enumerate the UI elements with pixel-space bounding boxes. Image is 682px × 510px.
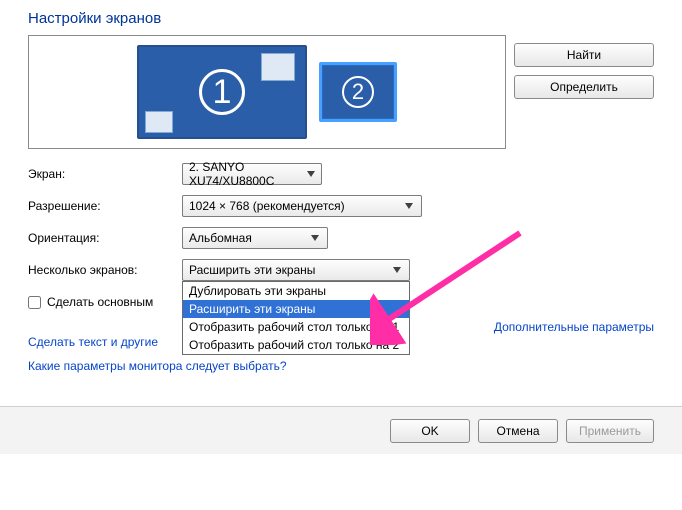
page-title: Настройки экранов [28,10,654,27]
ok-button[interactable]: OK [390,419,470,443]
monitor-number: 2 [342,76,374,108]
option-show-only-1[interactable]: Отобразить рабочий стол только на 1 [183,318,409,336]
monitor-arrangement-box[interactable]: 1 2 [28,35,506,149]
text-size-link[interactable]: Сделать текст и другие [28,335,158,349]
option-show-only-2[interactable]: Отобразить рабочий стол только на 2 [183,336,409,354]
monitor-2[interactable]: 2 [319,62,397,122]
multiple-displays-dropdown[interactable]: Расширить эти экраны [182,259,410,281]
cancel-button[interactable]: Отмена [478,419,558,443]
orientation-dropdown[interactable]: Альбомная [182,227,328,249]
option-duplicate[interactable]: Дублировать эти экраны [183,282,409,300]
advanced-settings-link[interactable]: Дополнительные параметры [494,320,654,334]
resolution-dropdown[interactable]: 1024 × 768 (рекомендуется) [182,195,422,217]
monitor-number: 1 [199,69,245,115]
chevron-down-icon [307,235,323,241]
multiple-displays-listbox[interactable]: Дублировать эти экраны Расширить эти экр… [182,281,410,355]
chevron-down-icon [401,203,417,209]
make-main-checkbox[interactable] [28,296,41,309]
find-button[interactable]: Найти [514,43,654,67]
chevron-down-icon [389,267,405,273]
multiple-displays-label: Несколько экранов: [28,263,182,277]
make-main-label: Сделать основным [47,295,153,309]
resolution-label: Разрешение: [28,199,182,213]
orientation-label: Ориентация: [28,231,182,245]
orientation-value: Альбомная [189,231,252,245]
resolution-value: 1024 × 768 (рекомендуется) [189,199,345,213]
chevron-down-icon [304,171,317,177]
taskbar-mini-icon [145,111,173,133]
monitor-1[interactable]: 1 [137,45,307,139]
apply-button[interactable]: Применить [566,419,654,443]
dialog-footer: OK Отмена Применить [0,406,682,454]
display-value: 2. SANYO XU74/XU8800C [189,160,304,188]
window-mini-icon [261,53,295,81]
option-extend[interactable]: Расширить эти экраны [183,300,409,318]
multiple-displays-value: Расширить эти экраны [189,263,315,277]
display-label: Экран: [28,167,182,181]
identify-button[interactable]: Определить [514,75,654,99]
which-params-link[interactable]: Какие параметры монитора следует выбрать… [28,359,287,373]
display-dropdown[interactable]: 2. SANYO XU74/XU8800C [182,163,322,185]
